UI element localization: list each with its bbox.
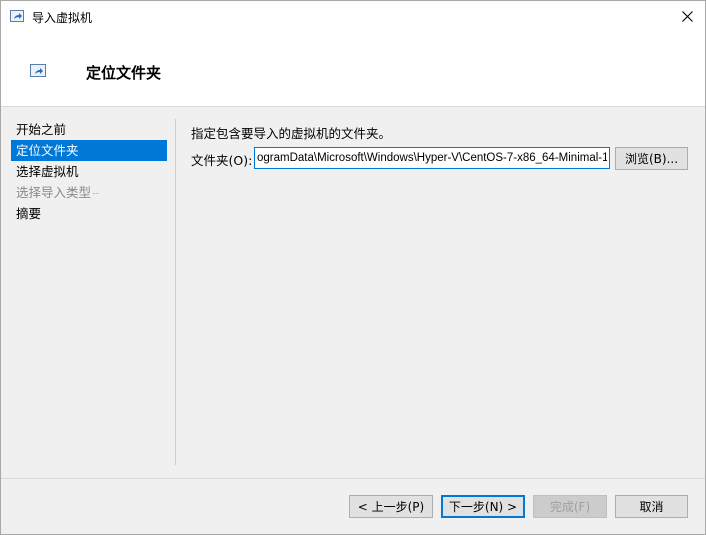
nav-step-label: 选择导入类型: [16, 185, 92, 200]
next-button[interactable]: 下一步(N) >: [441, 495, 525, 518]
nav-step-before-you-begin[interactable]: 开始之前: [11, 119, 167, 140]
nav-step-select-vm[interactable]: 选择虚拟机: [11, 161, 167, 182]
wizard-content: 指定包含要导入的虚拟机的文件夹。 文件夹(O): 浏览(B)...: [191, 123, 691, 170]
wizard-step-nav: 开始之前 定位文件夹 选择虚拟机 选择导入类型 摘要: [11, 119, 176, 465]
finish-button: 完成(F): [533, 495, 607, 518]
title-bar[interactable]: 导入虚拟机: [1, 1, 705, 32]
nav-step-choose-import-type: 选择导入类型: [11, 182, 167, 203]
folder-label: 文件夹(O):: [191, 153, 253, 168]
nav-step-label: 选择虚拟机: [16, 164, 79, 179]
nav-step-locate-folder[interactable]: 定位文件夹: [11, 140, 167, 161]
page-title: 定位文件夹: [86, 64, 162, 82]
browse-button[interactable]: 浏览(B)...: [615, 147, 688, 170]
nav-step-label: 摘要: [16, 206, 42, 221]
previous-button[interactable]: < 上一步(P): [349, 495, 433, 518]
import-vm-icon: [10, 10, 24, 22]
close-button[interactable]: [669, 1, 705, 32]
nav-step-label: 开始之前: [16, 122, 67, 137]
nav-step-label: 定位文件夹: [16, 143, 79, 158]
instruction-text: 指定包含要导入的虚拟机的文件夹。: [191, 126, 392, 141]
nav-step-summary[interactable]: 摘要: [11, 203, 167, 224]
window-title: 导入虚拟机: [32, 11, 93, 25]
cancel-button[interactable]: 取消: [615, 495, 688, 518]
folder-path-input[interactable]: [254, 147, 610, 169]
close-icon: [681, 11, 693, 22]
import-vm-icon: [30, 64, 46, 77]
import-vm-window: 导入虚拟机 定位文件夹 开始之前 定位文件夹 选择虚拟机 选择导入类型 摘要 指…: [0, 0, 706, 535]
wizard-header: 定位文件夹: [1, 32, 705, 107]
wizard-footer: < 上一步(P) 下一步(N) > 完成(F) 取消: [1, 478, 705, 535]
